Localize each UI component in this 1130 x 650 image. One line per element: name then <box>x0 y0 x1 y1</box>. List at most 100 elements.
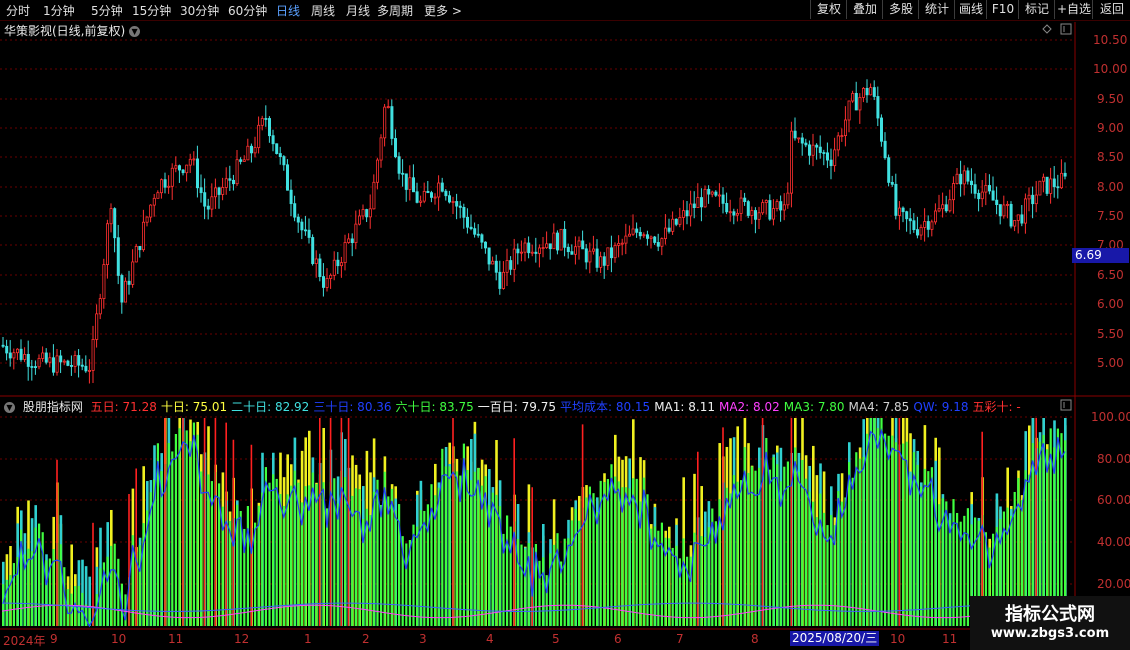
candle-body <box>1045 176 1049 194</box>
indicator-bar <box>174 433 177 626</box>
indicator-value-item: 平均成本: 80.15 <box>559 400 651 414</box>
panel-toggle-icon[interactable] <box>1060 23 1072 35</box>
indicator-bar <box>588 486 591 626</box>
candle-body <box>703 188 707 208</box>
candle-body <box>124 280 128 303</box>
indicator-bar <box>41 532 44 626</box>
candle-body <box>210 196 214 210</box>
candle-body <box>84 365 88 372</box>
candle-body <box>656 242 660 247</box>
indicator-bar <box>563 538 566 626</box>
date-label: 5 <box>552 632 560 646</box>
indicator-bar <box>754 470 757 626</box>
candle-body <box>509 260 513 270</box>
date-label: 2024年 <box>3 634 46 648</box>
candle-body <box>707 188 711 195</box>
indicator-name[interactable]: 股朋指标网 <box>23 400 83 414</box>
candle-body <box>30 366 34 368</box>
candle-body <box>541 247 545 249</box>
indicator-value-item: MA1: 8.11 <box>654 400 715 414</box>
indicator-bar <box>574 508 577 626</box>
candle-body <box>905 211 909 220</box>
candle-body <box>739 197 743 214</box>
chart-canvas[interactable] <box>0 0 1130 650</box>
candle-body <box>782 204 786 211</box>
candle-body <box>242 159 246 162</box>
candle-body <box>923 221 927 228</box>
date-label: 9 <box>50 632 58 646</box>
candle-body <box>221 187 225 195</box>
candle-body <box>952 183 956 201</box>
candle-body <box>574 246 578 255</box>
chart-title: 华策影视(日线,前复权) ▼ <box>4 22 141 39</box>
indicator-value-item: 十日: 75.01 <box>160 400 228 414</box>
candle-body <box>955 173 959 184</box>
candle-body <box>948 199 952 212</box>
indicator-bar <box>768 469 771 626</box>
indicator-bar <box>671 547 674 626</box>
candle-body <box>419 200 423 203</box>
candle-body <box>667 227 671 232</box>
candle-body <box>793 130 797 139</box>
panel-toggle-icon[interactable] <box>1060 399 1072 411</box>
indicator-series <box>1 418 1067 628</box>
price-tick: 10.50 <box>1093 33 1128 47</box>
candle-body <box>174 165 178 169</box>
candle-body <box>393 138 397 158</box>
indicator-value-item: 二十日: 82.92 <box>231 400 310 414</box>
candle-body <box>872 87 876 97</box>
candle-body <box>383 106 387 139</box>
candle-body <box>977 192 981 200</box>
indicator-bar <box>545 575 548 626</box>
indicator-bar <box>678 558 681 626</box>
candle-body <box>592 248 596 252</box>
dropdown-icon[interactable]: ▼ <box>129 26 141 37</box>
indicator-bar <box>909 479 912 626</box>
candle-body <box>808 144 812 156</box>
candle-body <box>134 245 138 263</box>
candle-body <box>188 158 192 166</box>
candle-body <box>368 208 372 218</box>
candle-body <box>930 221 934 230</box>
indicator-tick: 80.00 <box>1097 452 1130 466</box>
indicator-bar <box>596 511 599 626</box>
diamond-icon[interactable] <box>1042 24 1052 34</box>
candle-body <box>635 228 639 233</box>
candle-body <box>797 137 801 140</box>
candle-body <box>898 207 902 216</box>
indicator-bar <box>2 584 5 626</box>
candle-body <box>750 210 754 216</box>
candle-body <box>1049 178 1053 194</box>
candle-body <box>768 200 772 220</box>
candle-body <box>584 248 588 263</box>
indicator-bar <box>261 492 264 626</box>
candle-body <box>966 170 970 182</box>
candle-body <box>282 156 286 166</box>
candle-body <box>415 191 419 203</box>
indicator-bar <box>12 563 15 626</box>
candle-body <box>260 118 264 126</box>
candle-body <box>433 196 437 199</box>
candle-body <box>12 352 16 359</box>
indicator-bar <box>189 441 192 626</box>
candle-body <box>869 87 873 96</box>
indicator-menu-icon[interactable]: ▼ <box>4 402 15 413</box>
price-tick: 6.50 <box>1097 268 1124 282</box>
candle-body <box>361 209 365 217</box>
candle-body <box>106 223 110 265</box>
candle-body <box>1006 203 1010 206</box>
indicator-bar <box>855 452 858 626</box>
candle-body <box>127 280 131 285</box>
date-label: 10 <box>111 632 127 646</box>
price-tick: 8.00 <box>1097 180 1124 194</box>
candle-body <box>822 152 826 154</box>
candle-body <box>149 204 153 218</box>
candle-body <box>1009 203 1013 227</box>
candle-body <box>231 179 235 185</box>
price-tick: 9.00 <box>1097 121 1124 135</box>
candle-body <box>213 187 217 198</box>
candle-body <box>480 234 484 243</box>
indicator-tick: 20.00 <box>1097 577 1130 591</box>
watermark: 指标公式网 www.zbgs3.com <box>970 596 1130 650</box>
indicator-bar <box>891 435 894 626</box>
